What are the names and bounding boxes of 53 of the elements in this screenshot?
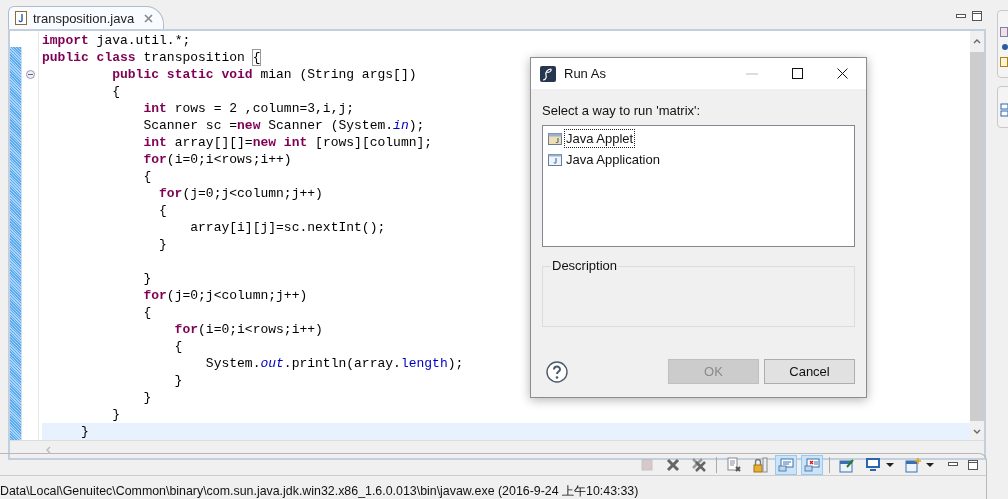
code-line: System.out.println(array.length);	[204, 356, 464, 371]
code-line: public class transposition {	[42, 50, 261, 65]
dialog-button[interactable]: Cancel	[764, 359, 855, 384]
editor-tab[interactable]: transposition.java	[8, 6, 165, 29]
code-line: public static void mian (String args[])	[111, 67, 417, 82]
code-line: }	[173, 373, 183, 388]
code-line: {	[111, 84, 120, 99]
code-line: for(j=0;j<column;j++)	[158, 186, 323, 201]
code-line: }	[142, 390, 152, 405]
code-line: }	[142, 271, 152, 286]
scroll-down-icon[interactable]	[973, 429, 981, 434]
code-line: }	[158, 237, 167, 252]
scroll-up-icon[interactable]	[973, 39, 981, 44]
fold-icon[interactable]	[25, 70, 35, 79]
list-item[interactable]: Java Applet	[564, 129, 636, 148]
help-icon[interactable]	[546, 360, 568, 383]
code-line: import java.util.*;	[42, 33, 191, 48]
code-line: }	[80, 424, 89, 439]
dropdown-caret-icon[interactable]	[886, 462, 894, 467]
group-label: Description	[551, 258, 619, 273]
view-icon[interactable]	[1000, 103, 1008, 117]
code-line: array[i][j]=sc.nextInt();	[189, 220, 386, 235]
code-line: for(j=0;j<column;j++)	[142, 288, 308, 303]
code-line: for(i=0;i<rows;i++)	[142, 152, 292, 167]
maximize-icon[interactable]	[968, 459, 978, 470]
code-line: {	[142, 169, 152, 184]
horizontal-scrollbar[interactable]	[10, 440, 984, 458]
code-line: int array[][]=new int [rows][column];	[142, 135, 433, 150]
java-file-icon	[15, 11, 27, 25]
code-line: {	[142, 305, 152, 320]
prompt-label: Select a way to run 'matrix':	[542, 103, 702, 118]
applet-icon	[548, 132, 562, 145]
app-icon	[540, 65, 556, 82]
vertical-scrollbar[interactable]	[970, 31, 984, 440]
code-line: for(i=0;i<rows;i++)	[173, 322, 323, 337]
java-file-icon	[548, 153, 562, 166]
minimize-icon[interactable]	[948, 462, 958, 467]
dialog-title: Run As	[564, 66, 606, 81]
dropdown-caret-icon[interactable]	[926, 462, 934, 467]
minimize-icon[interactable]	[956, 13, 966, 19]
code-line: int rows = 2 ,column=3,i,j;	[142, 101, 355, 116]
code-line: Scanner sc =new Scanner (System.in);	[142, 118, 425, 133]
stdout-icon[interactable]	[775, 454, 797, 475]
code-line: {	[173, 339, 183, 354]
list-item[interactable]: Java Application	[564, 150, 662, 169]
code-line: }	[111, 407, 120, 422]
close-icon[interactable]	[837, 68, 848, 79]
maximize-icon[interactable]	[792, 68, 803, 79]
stderr-icon[interactable]	[801, 454, 823, 475]
console-status-text: Data\Local\Genuitec\Common\binary\com.sun.java.jdk.win32.x86_1.6.0.013\bin\javaw.exe (2016-9-24 上午10:43:33)	[0, 483, 640, 499]
launch-type-list[interactable]: Java Applet Java Application	[542, 125, 855, 247]
maximize-icon[interactable]	[972, 11, 982, 21]
code-line: {	[158, 203, 167, 218]
